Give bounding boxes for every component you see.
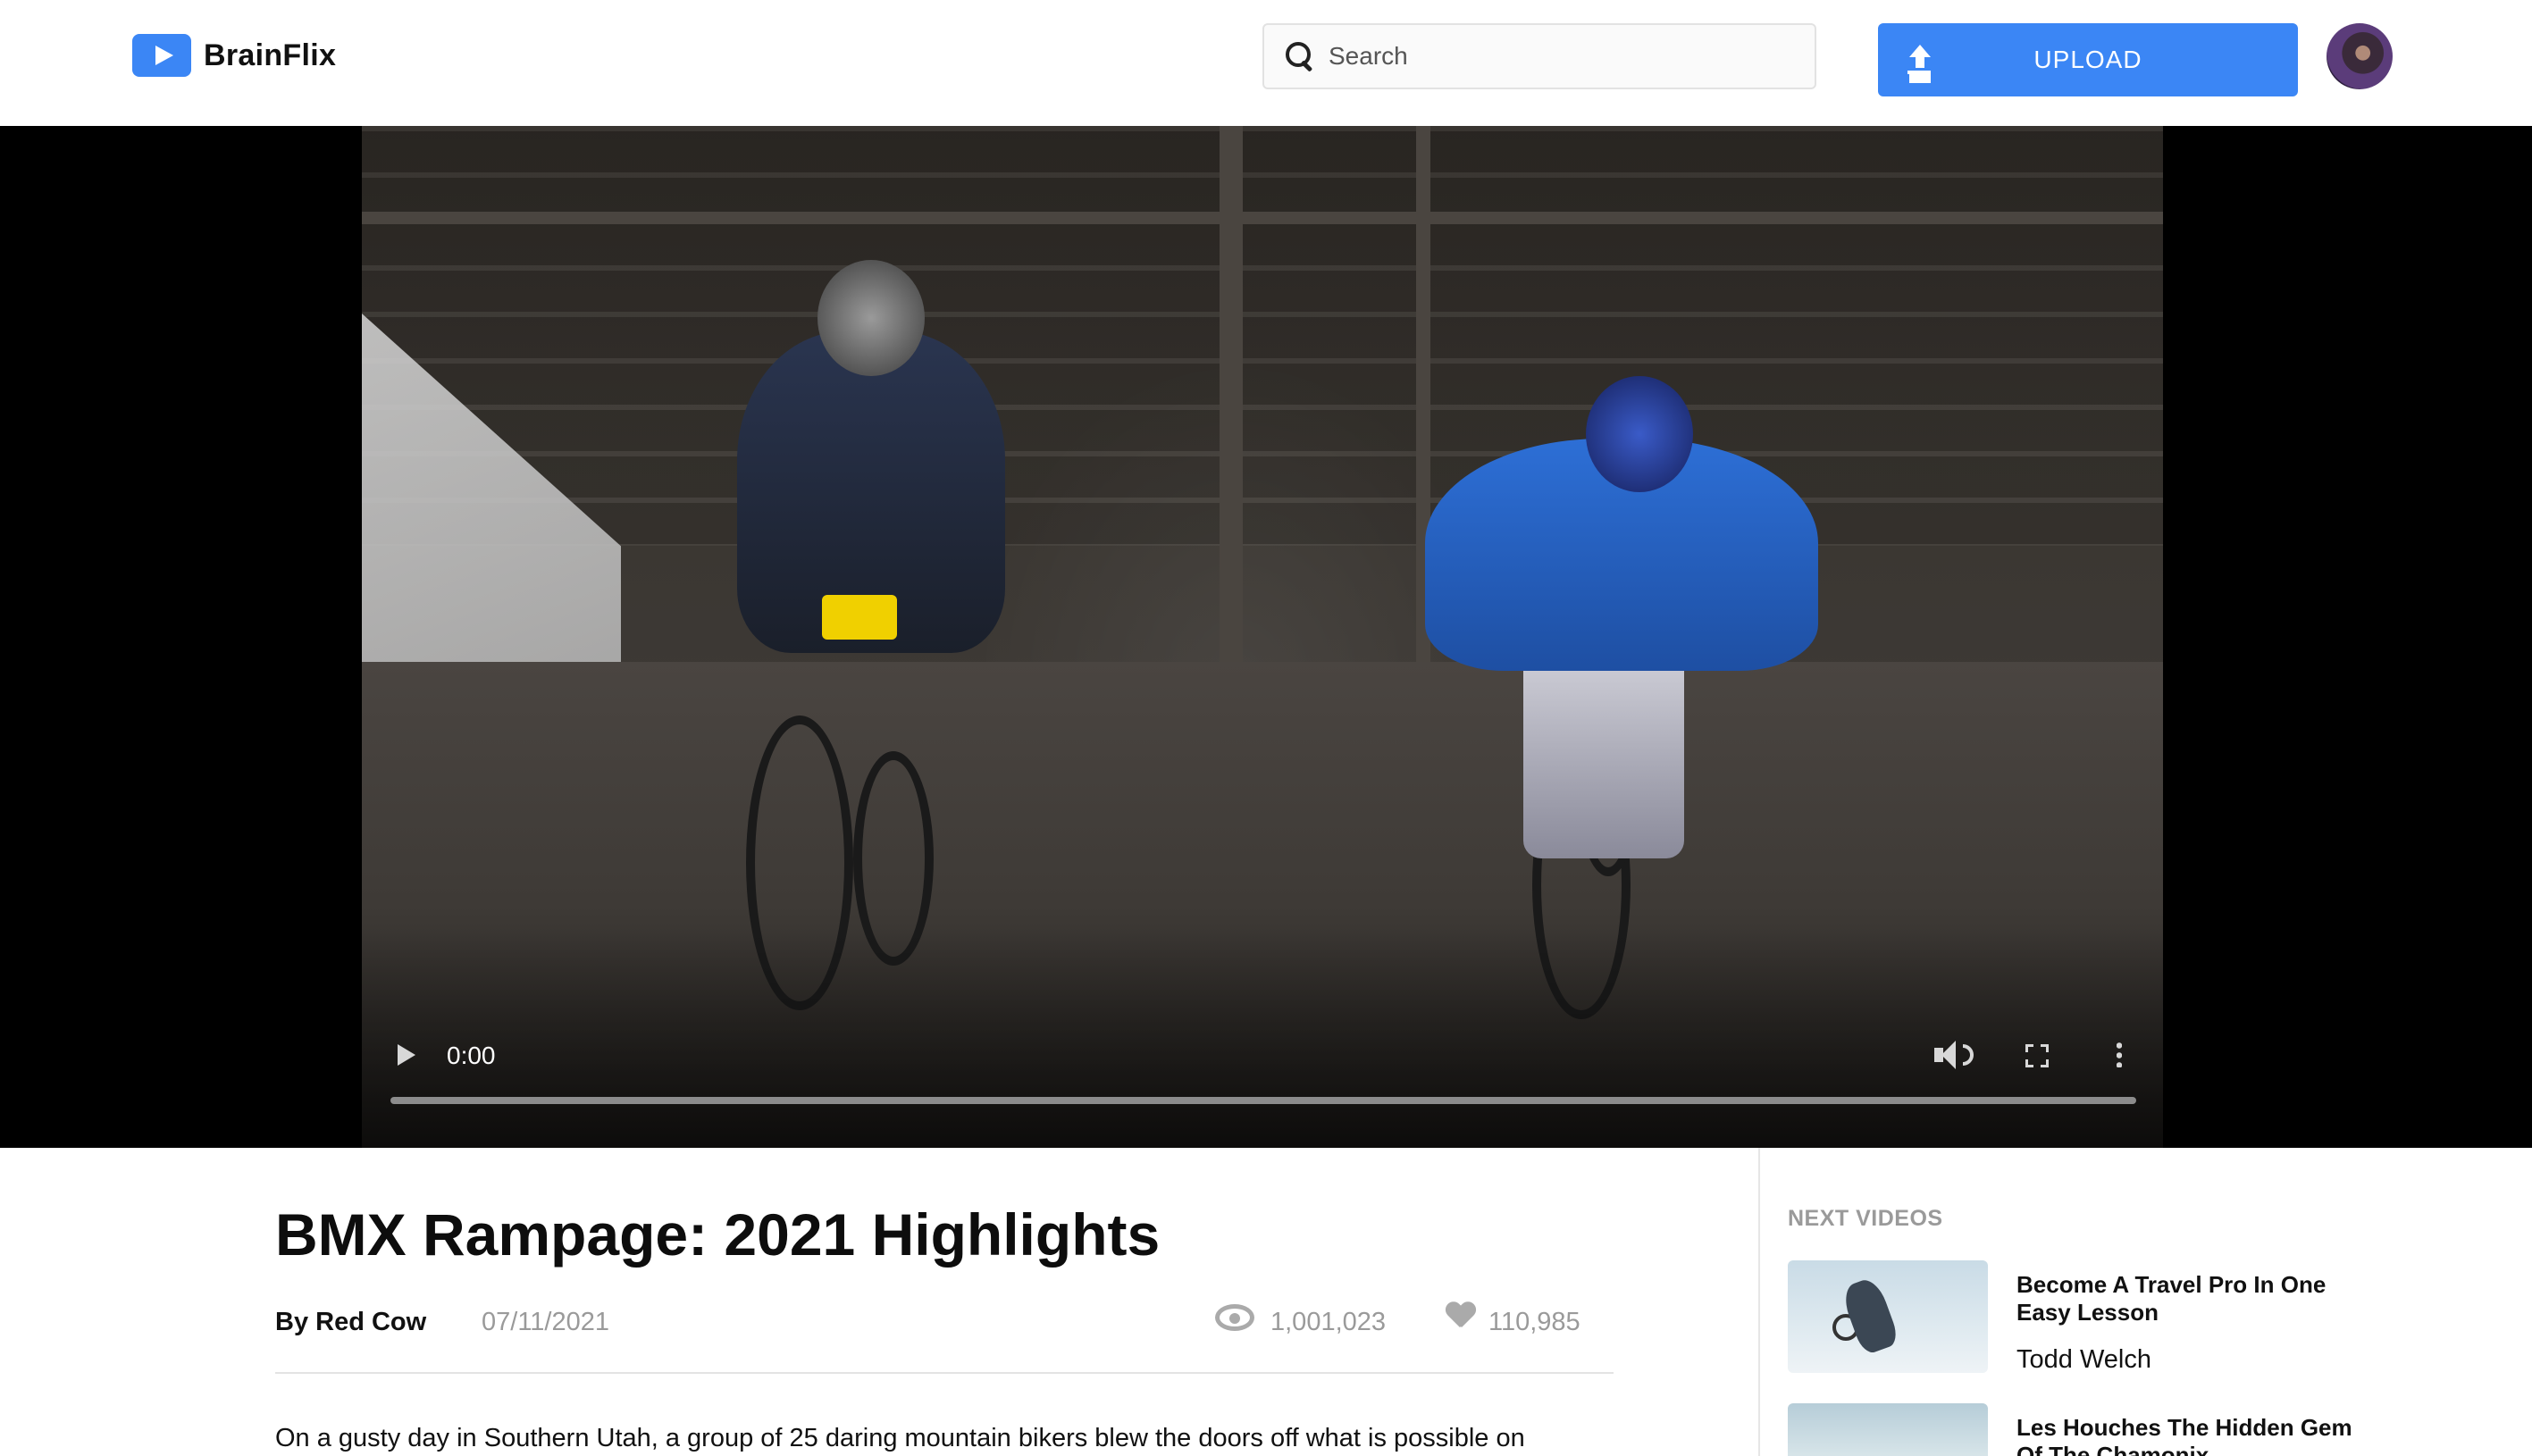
search-input[interactable]: [1329, 42, 1793, 71]
video-date: 07/11/2021: [482, 1308, 609, 1336]
rider-left-helmet: [817, 260, 925, 376]
video-scene-beam: [362, 212, 2163, 224]
rider-number-plate: [822, 595, 897, 640]
views-icon: [1215, 1304, 1254, 1331]
more-vert-icon[interactable]: [2117, 1041, 2122, 1067]
current-time: 0:00: [447, 1042, 496, 1069]
video-thumbnail[interactable]: [1788, 1260, 1988, 1373]
video-likes: 110,985: [1488, 1308, 1580, 1336]
upload-button[interactable]: UPLOAD: [1878, 23, 2298, 96]
divider: [275, 1372, 1614, 1374]
volume-wave-icon: [1963, 1044, 1974, 1066]
video-title: BMX Rampage: 2021 Highlights: [275, 1201, 1161, 1268]
video-views: 1,001,023: [1270, 1308, 1387, 1336]
video-scene-beam: [1220, 126, 1243, 680]
brand-name: BrainFlix: [204, 38, 337, 72]
upload-icon-base: [1907, 71, 1931, 74]
play-logo-icon: [132, 34, 191, 77]
app-header: BrainFlix UPLOAD: [0, 0, 2532, 126]
video-scene-ceiling: [362, 126, 2163, 546]
video-frame[interactable]: [362, 126, 2163, 1148]
play-icon[interactable]: [398, 1044, 415, 1066]
next-video-item[interactable]: Become A Travel Pro In One Easy Lesson T…: [1788, 1260, 2360, 1385]
fullscreen-icon[interactable]: [2025, 1044, 2049, 1067]
next-video-item[interactable]: Les Houches The Hidden Gem Of The Chamon…: [1788, 1403, 2360, 1456]
sidebar-divider: [1758, 1148, 1760, 1456]
rider-right-helmet: [1586, 376, 1693, 492]
user-avatar[interactable]: [2327, 23, 2393, 89]
search-icon: [1284, 40, 1316, 72]
next-videos-heading: NEXT VIDEOS: [1788, 1206, 1943, 1231]
next-video-title[interactable]: Les Houches The Hidden Gem Of The Chamon…: [2016, 1414, 2360, 1456]
upload-button-label: UPLOAD: [2033, 46, 2142, 73]
video-description: On a gusty day in Southern Utah, a group…: [275, 1424, 1525, 1452]
video-thumbnail[interactable]: [1788, 1403, 1988, 1456]
next-video-author: Todd Welch: [2016, 1345, 2151, 1374]
thumbnail-rider: [1839, 1275, 1901, 1357]
search-box[interactable]: [1262, 23, 1816, 89]
video-author: By Red Cow: [275, 1308, 427, 1336]
next-video-title[interactable]: Become A Travel Pro In One Easy Lesson: [2016, 1271, 2360, 1326]
video-player-area: 0:00: [0, 126, 2532, 1148]
video-controls: 0:00: [362, 1019, 2163, 1148]
brand-logo[interactable]: BrainFlix: [132, 34, 336, 77]
progress-scrubber[interactable]: [390, 1097, 2136, 1104]
heart-icon[interactable]: [1446, 1302, 1476, 1331]
